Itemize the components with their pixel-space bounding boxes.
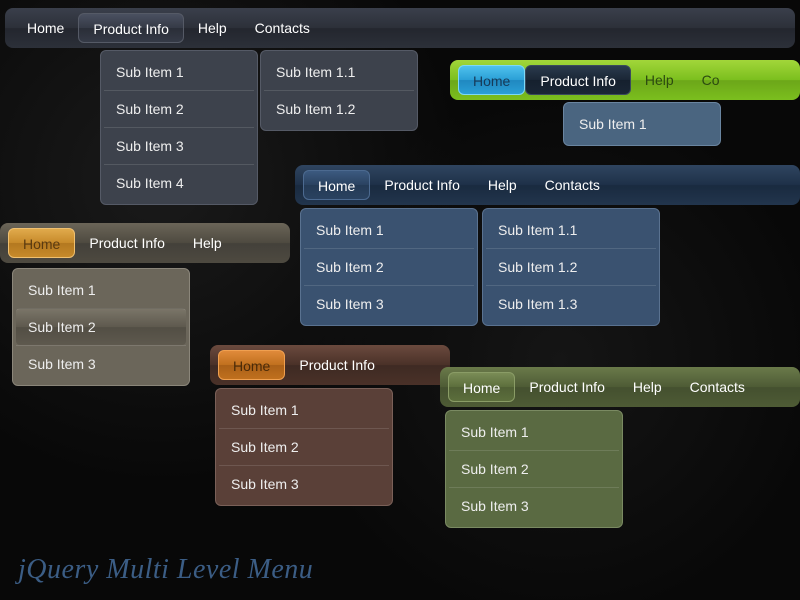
submenu-item[interactable]: Sub Item 2 xyxy=(104,90,254,127)
submenu-tan-l1: Sub Item 1 Sub Item 2 Sub Item 3 xyxy=(12,268,190,386)
submenu-item[interactable]: Sub Item 3 xyxy=(449,487,619,524)
submenu-item-highlighted[interactable]: Sub Item 2 xyxy=(16,308,186,345)
menu-dark-contacts[interactable]: Contacts xyxy=(241,13,324,43)
menu-olive-contacts[interactable]: Contacts xyxy=(676,372,759,402)
menu-brown-product-info[interactable]: Product Info xyxy=(285,350,389,380)
submenu-item[interactable]: Sub Item 1.1 xyxy=(264,54,414,90)
menu-dark-help[interactable]: Help xyxy=(184,13,241,43)
menubar-green: Home Product Info Help Co xyxy=(450,60,800,100)
menu-green-contacts-cut[interactable]: Co xyxy=(688,65,734,95)
menu-tan-help[interactable]: Help xyxy=(179,228,236,258)
menubar-olive: Home Product Info Help Contacts xyxy=(440,367,800,407)
menubar-tan: Home Product Info Help xyxy=(0,223,290,263)
submenu-green-l1: Sub Item 1 xyxy=(563,102,721,146)
submenu-item[interactable]: Sub Item 3 xyxy=(104,127,254,164)
menubar-dark: Home Product Info Help Contacts xyxy=(5,8,795,48)
menu-blue-help[interactable]: Help xyxy=(474,170,531,200)
submenu-item[interactable]: Sub Item 1 xyxy=(219,392,389,428)
submenu-item[interactable]: Sub Item 2 xyxy=(449,450,619,487)
submenu-item[interactable]: Sub Item 1.3 xyxy=(486,285,656,322)
menu-blue-product-info[interactable]: Product Info xyxy=(370,170,474,200)
submenu-item[interactable]: Sub Item 3 xyxy=(219,465,389,502)
submenu-item[interactable]: Sub Item 1.2 xyxy=(264,90,414,127)
menu-dark-home[interactable]: Home xyxy=(13,13,78,43)
submenu-blue-l2: Sub Item 1.1 Sub Item 1.2 Sub Item 1.3 xyxy=(482,208,660,326)
menu-blue-home[interactable]: Home xyxy=(303,170,370,200)
submenu-dark-l1: Sub Item 1 Sub Item 2 Sub Item 3 Sub Ite… xyxy=(100,50,258,205)
menu-olive-help[interactable]: Help xyxy=(619,372,676,402)
menu-tan-home[interactable]: Home xyxy=(8,228,75,258)
submenu-item[interactable]: Sub Item 1 xyxy=(449,414,619,450)
submenu-item[interactable]: Sub Item 1 xyxy=(104,54,254,90)
menu-dark-product-info[interactable]: Product Info xyxy=(78,13,184,43)
submenu-blue-l1: Sub Item 1 Sub Item 2 Sub Item 3 xyxy=(300,208,478,326)
submenu-item[interactable]: Sub Item 4 xyxy=(104,164,254,201)
menu-olive-product-info[interactable]: Product Info xyxy=(515,372,619,402)
submenu-item[interactable]: Sub Item 1.2 xyxy=(486,248,656,285)
submenu-item[interactable]: Sub Item 2 xyxy=(304,248,474,285)
submenu-item[interactable]: Sub Item 3 xyxy=(16,345,186,382)
submenu-item[interactable]: Sub Item 2 xyxy=(219,428,389,465)
submenu-item[interactable]: Sub Item 3 xyxy=(304,285,474,322)
submenu-item[interactable]: Sub Item 1 xyxy=(567,106,717,142)
page-title: jQuery Multi Level Menu xyxy=(18,554,313,586)
menu-tan-product-info[interactable]: Product Info xyxy=(75,228,179,258)
menu-green-help[interactable]: Help xyxy=(631,65,688,95)
submenu-item[interactable]: Sub Item 1.1 xyxy=(486,212,656,248)
submenu-item[interactable]: Sub Item 1 xyxy=(304,212,474,248)
menubar-brown: Home Product Info xyxy=(210,345,450,385)
submenu-dark-l2: Sub Item 1.1 Sub Item 1.2 xyxy=(260,50,418,131)
menubar-blue: Home Product Info Help Contacts xyxy=(295,165,800,205)
menu-olive-home[interactable]: Home xyxy=(448,372,515,402)
menu-green-home[interactable]: Home xyxy=(458,65,525,95)
menu-blue-contacts[interactable]: Contacts xyxy=(531,170,614,200)
submenu-item[interactable]: Sub Item 1 xyxy=(16,272,186,308)
submenu-olive-l1: Sub Item 1 Sub Item 2 Sub Item 3 xyxy=(445,410,623,528)
menu-green-product-info[interactable]: Product Info xyxy=(525,65,631,95)
menu-brown-home[interactable]: Home xyxy=(218,350,285,380)
submenu-brown-l1: Sub Item 1 Sub Item 2 Sub Item 3 xyxy=(215,388,393,506)
